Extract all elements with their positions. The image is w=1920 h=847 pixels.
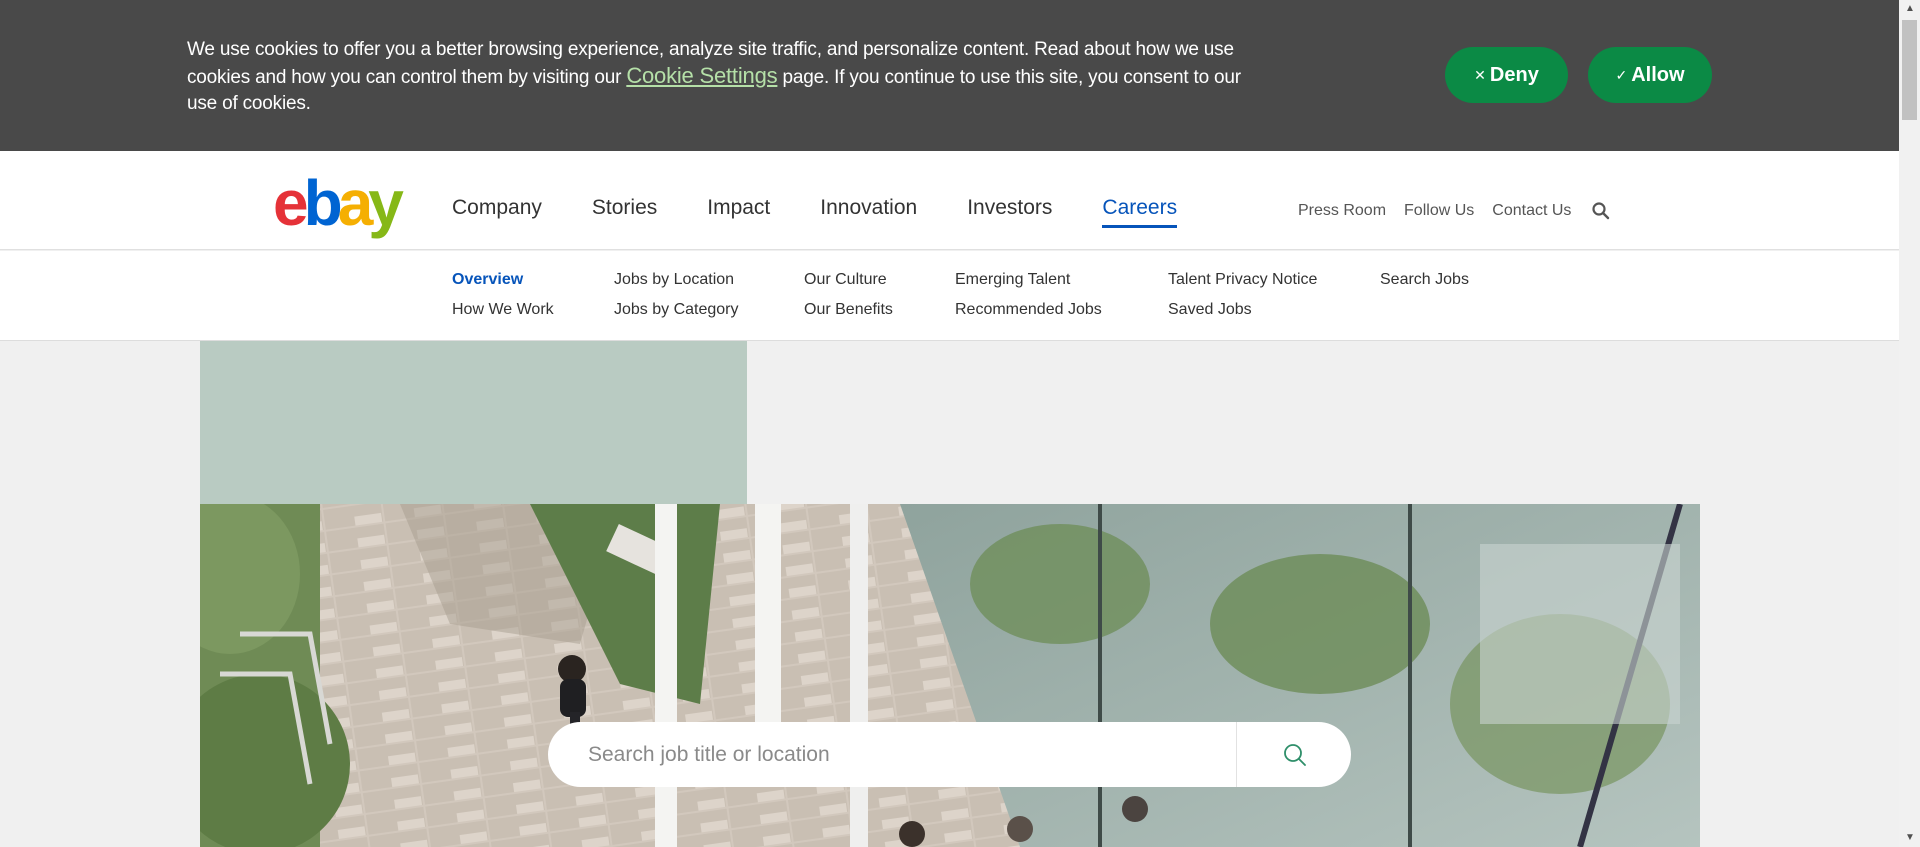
subnav-jobs-by-location[interactable]: Jobs by Location (614, 270, 739, 290)
subnav-emerging-talent[interactable]: Emerging Talent (955, 270, 1102, 290)
job-search-button[interactable] (1238, 722, 1351, 787)
nav-careers[interactable]: Careers (1102, 196, 1177, 228)
utility-nav: Press Room Follow Us Contact Us (1298, 201, 1611, 221)
scrollbar-thumb[interactable] (1902, 20, 1917, 120)
subnav-column-6: Search Jobs (1380, 270, 1469, 290)
hero-photo (200, 504, 1700, 847)
subnav-how-we-work[interactable]: How We Work (452, 300, 554, 320)
careers-subnav: Overview How We Work Jobs by Location Jo… (0, 251, 1899, 341)
subnav-recommended-jobs[interactable]: Recommended Jobs (955, 300, 1102, 320)
site-header: ebay Company Stories Impact Innovation I… (0, 151, 1899, 250)
check-icon: ✓ (1615, 66, 1628, 83)
cookie-message: We use cookies to offer you a better bro… (187, 39, 1241, 114)
cookie-settings-link[interactable]: Cookie Settings (626, 63, 777, 88)
deny-label: Deny (1489, 63, 1539, 86)
subnav-jobs-by-category[interactable]: Jobs by Category (614, 300, 739, 320)
search-icon[interactable] (1591, 201, 1611, 221)
search-divider (1236, 722, 1237, 787)
nav-innovation[interactable]: Innovation (820, 196, 917, 228)
subnav-talent-privacy-notice[interactable]: Talent Privacy Notice (1168, 270, 1317, 290)
hero-photo-illustration (200, 504, 1700, 847)
subnav-search-jobs[interactable]: Search Jobs (1380, 270, 1469, 290)
subnav-saved-jobs[interactable]: Saved Jobs (1168, 300, 1317, 320)
subnav-our-benefits[interactable]: Our Benefits (804, 300, 893, 320)
allow-button[interactable]: ✓ Allow (1588, 47, 1712, 103)
allow-label: Allow (1631, 63, 1685, 86)
subnav-column-2: Jobs by Location Jobs by Category (614, 270, 739, 320)
page-scrollbar[interactable]: ▲ ▼ (1899, 0, 1920, 847)
hero-accent-block (200, 341, 747, 505)
nav-stories[interactable]: Stories (592, 196, 657, 228)
subnav-column-5: Talent Privacy Notice Saved Jobs (1168, 270, 1317, 320)
nav-impact[interactable]: Impact (707, 196, 770, 228)
scroll-down-icon[interactable]: ▼ (1905, 832, 1915, 843)
contact-us-link[interactable]: Contact Us (1492, 202, 1571, 220)
subnav-overview[interactable]: Overview (452, 270, 554, 290)
nav-investors[interactable]: Investors (967, 196, 1052, 228)
magnifier-icon (1283, 743, 1306, 766)
main-nav: Company Stories Impact Innovation Invest… (452, 196, 1227, 228)
cookie-banner: We use cookies to offer you a better bro… (0, 0, 1899, 151)
subnav-column-4: Emerging Talent Recommended Jobs (955, 270, 1102, 320)
subnav-column-3: Our Culture Our Benefits (804, 270, 893, 320)
follow-us-link[interactable]: Follow Us (1404, 202, 1474, 220)
job-search-bar (548, 722, 1351, 787)
close-icon: ✕ (1474, 66, 1486, 83)
job-search-input[interactable] (588, 742, 1238, 767)
subnav-our-culture[interactable]: Our Culture (804, 270, 893, 290)
press-room-link[interactable]: Press Room (1298, 202, 1386, 220)
deny-button[interactable]: ✕ Deny (1445, 47, 1568, 103)
scroll-up-icon[interactable]: ▲ (1905, 3, 1915, 14)
nav-company[interactable]: Company (452, 196, 542, 228)
ebay-logo[interactable]: ebay (273, 171, 404, 235)
subnav-column-1: Overview How We Work (452, 270, 554, 320)
